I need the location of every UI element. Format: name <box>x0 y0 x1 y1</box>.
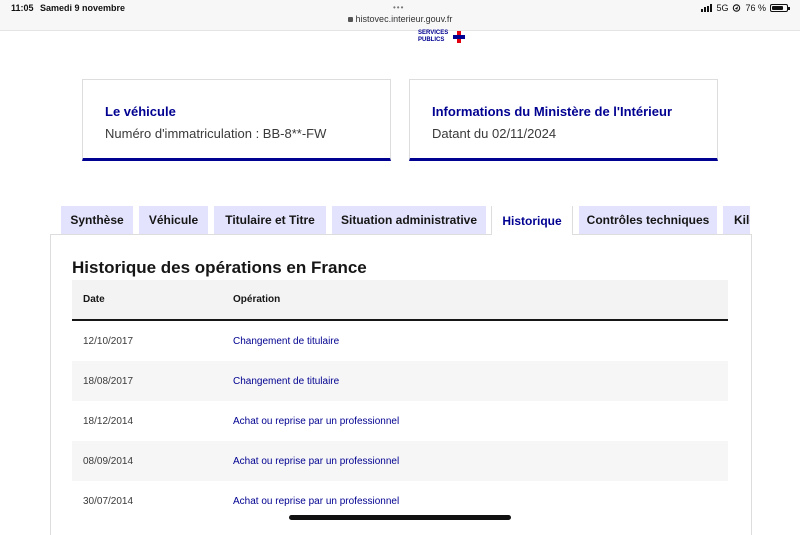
ministry-info-card: Informations du Ministère de l'Intérieur… <box>409 79 718 161</box>
address-bar[interactable]: histovec.interieur.gouv.fr <box>0 14 800 24</box>
column-header-operation: Opération <box>233 294 281 305</box>
home-indicator[interactable] <box>289 515 511 520</box>
ministry-card-title: Informations du Ministère de l'Intérieur <box>432 104 673 119</box>
battery-icon <box>770 4 790 12</box>
services-publics-logo[interactable]: SERVICES PUBLICS <box>418 30 465 44</box>
data-date: Datant du 02/11/2024 <box>432 126 557 141</box>
battery-percent: 76 % <box>745 3 766 13</box>
multitasking-dots-icon[interactable]: ••• <box>393 3 404 12</box>
network-label: 5G <box>716 3 729 13</box>
table-row: 18/08/2017 Changement de titulaire <box>72 361 728 401</box>
column-header-date: Date <box>83 294 105 305</box>
lock-icon <box>347 17 353 22</box>
logo-line2: PUBLICS <box>418 37 445 43</box>
table-row: 08/09/2014 Achat ou reprise par un profe… <box>72 441 728 481</box>
row-operation: Changement de titulaire <box>233 376 340 387</box>
row-operation: Achat ou reprise par un professionnel <box>233 456 400 467</box>
tab-situation-administrative[interactable]: Situation administrative <box>332 206 486 234</box>
status-indicators: 5G 76 % <box>701 3 790 13</box>
vehicle-card-title: Le véhicule <box>105 104 176 119</box>
status-time: 11:05 <box>11 3 34 13</box>
table-row: 12/10/2017 Changement de titulaire <box>72 321 728 361</box>
row-date: 18/12/2014 <box>83 416 134 427</box>
row-date: 08/09/2014 <box>83 456 134 467</box>
row-date: 30/07/2014 <box>83 496 134 507</box>
location-icon <box>733 4 741 12</box>
tab-historique[interactable]: Historique <box>491 206 573 235</box>
tab-controles-techniques[interactable]: Contrôles techniques <box>579 206 717 234</box>
table-row: 18/12/2014 Achat ou reprise par un profe… <box>72 401 728 441</box>
vehicle-card: Le véhicule Numéro d'immatriculation : B… <box>82 79 391 161</box>
row-operation: Changement de titulaire <box>233 336 340 347</box>
table-header: Date Opération <box>72 280 728 321</box>
tab-bar: Synthèse Véhicule Titulaire et Titre Sit… <box>61 206 750 235</box>
history-title: Historique des opérations en France <box>72 258 367 277</box>
row-date: 12/10/2017 <box>83 336 134 347</box>
tab-kilometrage[interactable]: Kilo <box>723 206 750 234</box>
row-operation: Achat ou reprise par un professionnel <box>233 496 400 507</box>
status-bar: 11:05 Samedi 9 novembre ••• histovec.int… <box>0 0 800 31</box>
status-date: Samedi 9 novembre <box>40 3 126 13</box>
row-operation: Achat ou reprise par un professionnel <box>233 416 400 427</box>
row-date: 18/08/2017 <box>83 376 134 387</box>
history-table: Date Opération 12/10/2017 Changement de … <box>72 280 728 521</box>
registration-number: Numéro d'immatriculation : BB-8**-FW <box>105 126 327 141</box>
tab-vehicule[interactable]: Véhicule <box>139 206 208 234</box>
logo-line1: SERVICES <box>418 30 449 36</box>
tab-titulaire-titre[interactable]: Titulaire et Titre <box>214 206 326 234</box>
signal-icon <box>701 4 713 12</box>
table-body: 12/10/2017 Changement de titulaire 18/08… <box>72 321 728 521</box>
plus-logo-icon <box>453 31 465 43</box>
url-text: histovec.interieur.gouv.fr <box>355 14 453 24</box>
tab-synthese[interactable]: Synthèse <box>61 206 133 234</box>
